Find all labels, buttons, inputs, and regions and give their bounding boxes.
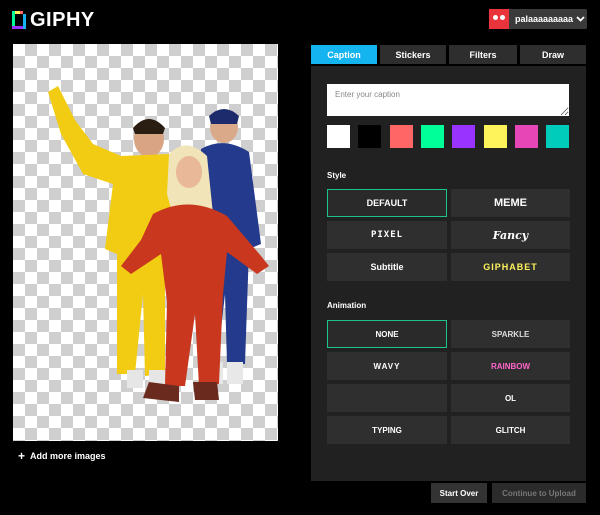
animation-glitch-button[interactable]: GLITCH xyxy=(451,416,570,444)
color-swatch-green[interactable] xyxy=(421,125,444,148)
band-photo-image xyxy=(48,86,269,402)
tab-stickers[interactable]: Stickers xyxy=(380,45,446,64)
plus-icon: + xyxy=(18,449,26,463)
style-giphabet-button[interactable]: GIPHABET xyxy=(451,253,570,281)
color-swatch-teal[interactable] xyxy=(546,125,569,148)
username: palaaaaaaaaa xyxy=(514,14,574,24)
add-more-images-button[interactable]: + Add more images xyxy=(18,449,106,463)
logo-wordmark: GIPHY xyxy=(30,8,95,31)
image-canvas[interactable] xyxy=(13,44,278,441)
tab-filters[interactable]: Filters xyxy=(449,45,517,64)
style-meme-button[interactable]: MEME xyxy=(451,189,570,217)
chevron-down-icon xyxy=(573,14,587,24)
animation-section-label: Animation xyxy=(327,301,367,310)
color-swatch-white[interactable] xyxy=(327,125,350,148)
caption-input[interactable] xyxy=(327,84,569,116)
animation-typing-button[interactable]: TYPING xyxy=(327,416,447,444)
color-swatch-pink[interactable] xyxy=(515,125,538,148)
style-section-label: Style xyxy=(327,171,347,180)
style-pixel-button[interactable]: PIXEL xyxy=(327,221,447,249)
color-swatch-black[interactable] xyxy=(358,125,381,148)
add-more-images-label: Add more images xyxy=(30,451,106,461)
color-swatch-red[interactable] xyxy=(390,125,413,148)
giphy-mark-icon xyxy=(12,11,26,29)
tab-draw[interactable]: Draw xyxy=(520,45,586,64)
giphy-logo[interactable]: GIPHY xyxy=(12,9,95,31)
animation-ol-button[interactable]: OL xyxy=(451,384,570,412)
color-swatch-purple[interactable] xyxy=(452,125,475,148)
style-subtitle-button[interactable]: Subtitle xyxy=(327,253,447,281)
user-menu[interactable]: palaaaaaaaaa xyxy=(489,9,587,29)
animation-none-button[interactable]: NONE xyxy=(327,320,447,348)
animation-wavy-button[interactable]: WAVY xyxy=(327,352,447,380)
style-default-button[interactable]: DEFAULT xyxy=(327,189,447,217)
start-over-button[interactable]: Start Over xyxy=(431,483,487,503)
animation-blank-button[interactable] xyxy=(327,384,447,412)
animation-sparkle-button[interactable]: SPARKLE xyxy=(451,320,570,348)
animation-rainbow-button[interactable]: RAINBOW xyxy=(451,352,570,380)
tab-caption[interactable]: Caption xyxy=(311,45,377,64)
style-fancy-button[interactable]: Fancy xyxy=(451,221,570,249)
avatar xyxy=(489,9,509,29)
continue-to-upload-button[interactable]: Continue to Upload xyxy=(492,483,586,503)
color-swatch-yellow[interactable] xyxy=(484,125,507,148)
